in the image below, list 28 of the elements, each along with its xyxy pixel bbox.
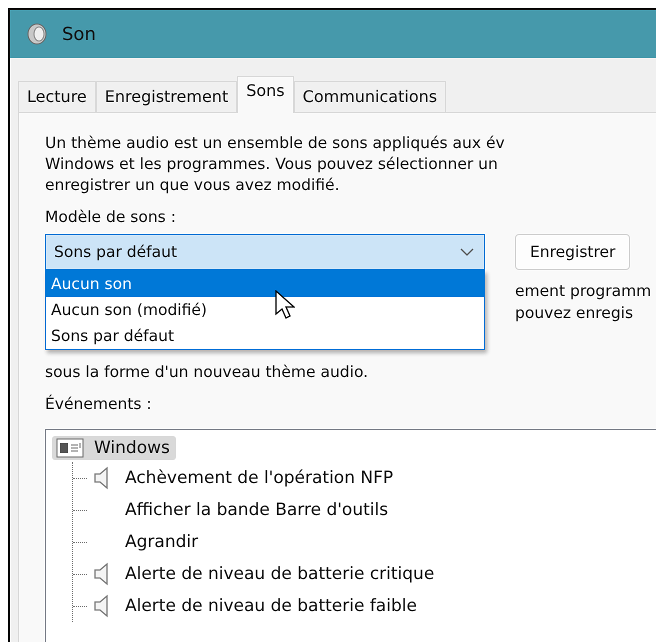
description-line: Windows et les programmes. Vous pouvez sélectionner un (45, 154, 499, 175)
mouse-cursor-icon (275, 290, 295, 320)
tree-item[interactable]: Afficher la bande Barre d'outils (73, 494, 656, 526)
dropdown-option[interactable]: Aucun son (46, 271, 484, 297)
window-icon (56, 438, 84, 458)
tree-item[interactable]: Achèvement de l'opération NFP (73, 462, 656, 494)
save-button[interactable]: Enregistrer (515, 234, 630, 270)
tab[interactable]: Lecture (18, 81, 96, 112)
scheme-dropdown[interactable]: Sons par défaut (45, 234, 485, 270)
tree-item[interactable]: Alerte de niveau de batterie faible (73, 590, 656, 622)
dropdown-option[interactable]: Sons par défaut (46, 323, 484, 349)
description-line: sous la forme d'un nouveau thème audio. (45, 362, 370, 383)
tree-item[interactable]: Alerte de niveau de batterie critique (73, 558, 656, 590)
description-line: pouvez enregis (515, 303, 634, 324)
description-line: enregistrer un que vous avez modifié. (45, 175, 340, 196)
tree-item[interactable]: Agrandir (73, 526, 656, 558)
dropdown-option[interactable]: Aucun son (modifié) (46, 297, 484, 323)
tab[interactable]: Enregistrement (96, 81, 238, 112)
tree-item[interactable]: Windows (52, 436, 176, 460)
description-line: ement programm (515, 281, 652, 302)
window-title: Son (62, 24, 96, 44)
events-label: Événements : (45, 395, 153, 413)
tab[interactable]: Communications (294, 81, 446, 112)
tab[interactable]: Sons (237, 76, 294, 113)
speaker-icon (26, 22, 48, 46)
description-line: Un thème audio est un ensemble de sons appliqués aux év (45, 133, 506, 154)
scheme-label: Modèle de sons : (45, 208, 177, 226)
chevron-down-icon (460, 248, 474, 256)
